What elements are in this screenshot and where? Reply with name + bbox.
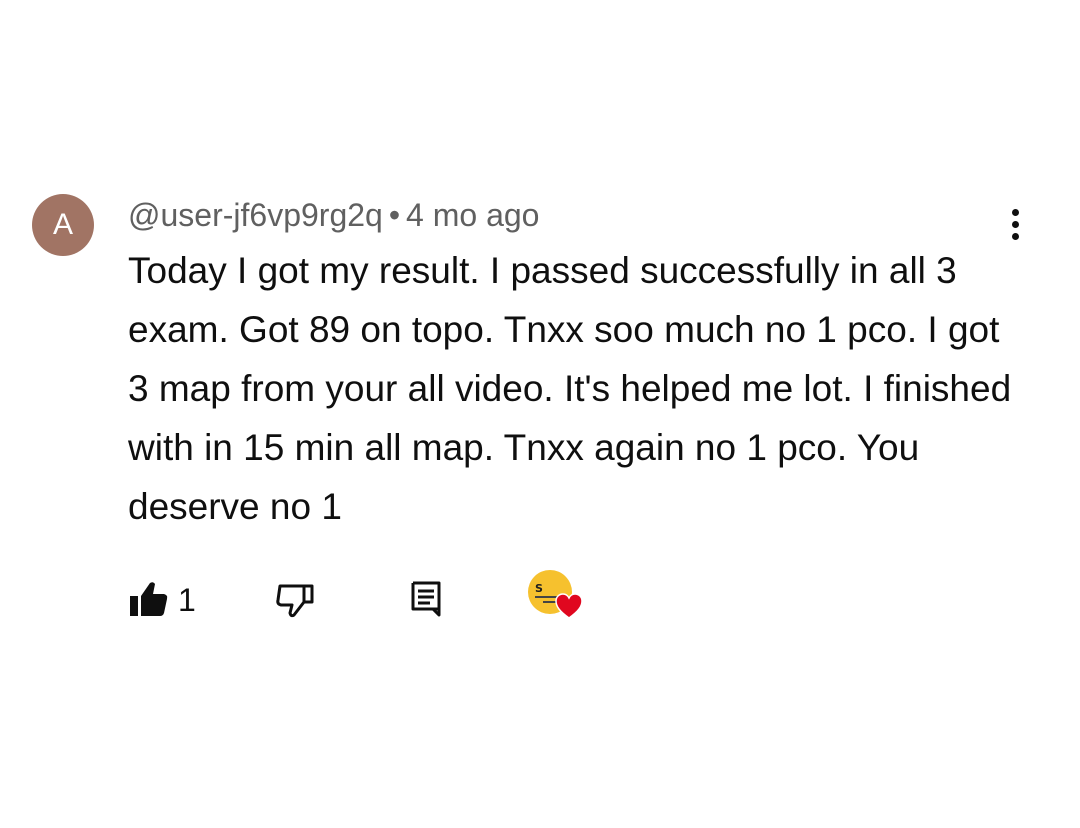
comment-header: @user-jf6vp9rg2q • 4 mo ago <box>128 195 539 235</box>
more-vert-icon <box>1012 209 1019 216</box>
creator-logo-icon: S <box>535 582 543 595</box>
dislike-button[interactable] <box>272 578 318 622</box>
comment-text: Today I got my result. I passed successf… <box>128 250 1012 527</box>
creator-heart-icon <box>555 593 583 619</box>
more-vert-icon-dot <box>1012 233 1019 240</box>
thumbs-down-icon <box>276 584 314 618</box>
avatar[interactable]: A <box>32 194 94 256</box>
more-vert-icon-dot <box>1012 221 1019 228</box>
avatar-letter: A <box>52 208 73 241</box>
reply-comment-icon <box>411 581 441 617</box>
like-count: 1 <box>178 582 196 618</box>
creator-heart-badge: S <box>528 570 588 622</box>
author-handle[interactable]: @user-jf6vp9rg2q <box>128 197 383 233</box>
comment-actions: 1 S <box>0 570 1080 630</box>
meta-separator: • <box>388 197 401 233</box>
comment-thread: A @user-jf6vp9rg2q • 4 mo ago Today I got … <box>0 0 1080 828</box>
timestamp[interactable]: 4 mo ago <box>406 197 539 233</box>
thumbs-up-filled-icon <box>130 582 168 616</box>
like-button[interactable] <box>126 578 172 622</box>
more-options-button[interactable] <box>998 205 1034 245</box>
reply-button[interactable] <box>406 576 446 620</box>
